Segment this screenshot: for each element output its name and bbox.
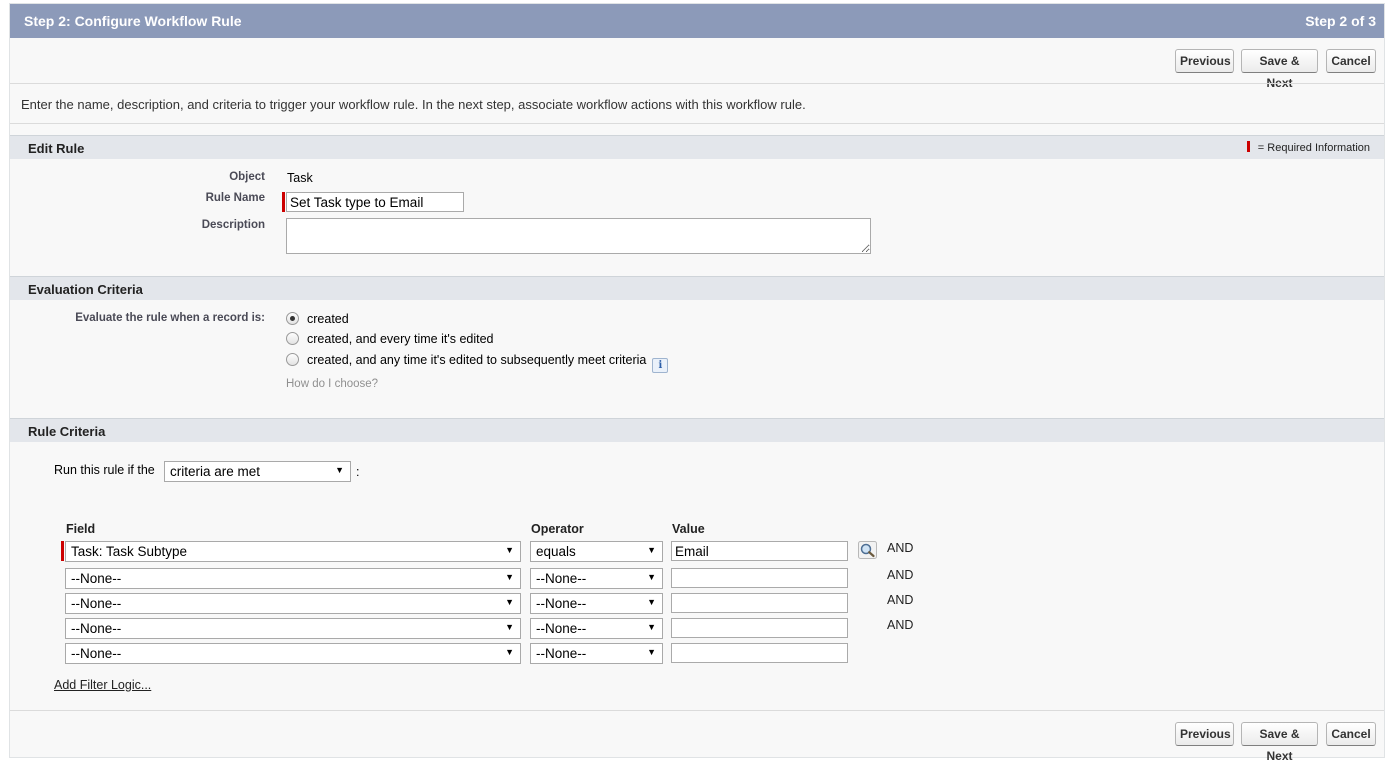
rule-name-label: Rule Name: [205, 192, 265, 204]
dropdown-arrow-icon: ▼: [505, 545, 514, 555]
criteria-conjunction: AND: [887, 618, 914, 632]
radio-button-selected[interactable]: [286, 312, 299, 325]
criteria-field-value: Task: Task Subtype: [71, 544, 188, 559]
dropdown-arrow-icon: ▼: [505, 572, 514, 582]
radio-button[interactable]: [286, 332, 299, 345]
how-do-i-choose-link[interactable]: How do I choose?: [286, 378, 378, 390]
required-marker: [282, 192, 285, 212]
criteria-operator-select-4[interactable]: --None-- ▼: [530, 618, 663, 639]
cancel-button-top[interactable]: Cancel: [1326, 49, 1376, 73]
criteria-operator-value: --None--: [536, 646, 587, 661]
dropdown-arrow-icon: ▼: [647, 622, 656, 632]
operator-column-header: Operator: [531, 522, 584, 536]
criteria-field-value: --None--: [71, 621, 122, 636]
evaluation-option-label: created: [307, 312, 349, 326]
criteria-conjunction: AND: [887, 541, 914, 555]
criteria-field-select-3[interactable]: --None-- ▼: [65, 593, 521, 614]
dropdown-arrow-icon: ▼: [505, 597, 514, 607]
evaluation-option-label: created, and any time it's edited to sub…: [307, 353, 647, 367]
criteria-field-select-4[interactable]: --None-- ▼: [65, 618, 521, 639]
value-column-header: Value: [672, 522, 705, 536]
required-marker: [1246, 141, 1250, 152]
criteria-value-input-3[interactable]: [671, 593, 848, 613]
criteria-operator-select-2[interactable]: --None-- ▼: [530, 568, 663, 589]
criteria-field-value: --None--: [71, 646, 122, 661]
step-indicator: Step 2 of 3: [1305, 13, 1376, 29]
criteria-conjunction: AND: [887, 593, 914, 607]
run-rule-suffix: :: [356, 465, 360, 479]
save-next-button-bottom[interactable]: Save & Next: [1241, 722, 1318, 763]
criteria-operator-value: equals: [536, 544, 576, 559]
criteria-value-input-4[interactable]: [671, 618, 848, 638]
criteria-operator-select-5[interactable]: --None-- ▼: [530, 643, 663, 664]
save-next-button-top[interactable]: Save & Next: [1241, 49, 1318, 90]
edit-rule-heading: Edit Rule: [28, 141, 85, 156]
criteria-conjunction: AND: [887, 568, 914, 582]
dropdown-arrow-icon: ▼: [505, 622, 514, 632]
dropdown-arrow-icon: ▼: [647, 597, 656, 607]
dropdown-arrow-icon: ▼: [647, 572, 656, 582]
required-legend: = Required Information: [1246, 141, 1370, 154]
criteria-operator-select-1[interactable]: equals ▼: [530, 541, 663, 562]
divider: [10, 710, 1384, 711]
criteria-field-value: --None--: [71, 596, 122, 611]
previous-button-bottom[interactable]: Previous: [1175, 722, 1234, 746]
run-rule-prefix: Run this rule if the: [54, 463, 155, 477]
add-filter-logic-link[interactable]: Add Filter Logic...: [54, 678, 151, 692]
lookup-magnifier-icon[interactable]: [858, 541, 877, 559]
description-textarea[interactable]: [286, 218, 871, 254]
evaluation-section-header: Evaluation Criteria: [10, 276, 1384, 300]
rule-criteria-section-header: Rule Criteria: [10, 418, 1384, 442]
criteria-operator-value: --None--: [536, 571, 587, 586]
evaluation-option-label: created, and every time it's edited: [307, 332, 494, 346]
radio-button[interactable]: [286, 353, 299, 366]
description-label: Description: [201, 219, 265, 231]
cancel-button-bottom[interactable]: Cancel: [1326, 722, 1376, 746]
evaluation-option-created[interactable]: created: [286, 312, 349, 326]
evaluation-option-created-edited[interactable]: created, and every time it's edited: [286, 332, 494, 346]
intro-text: Enter the name, description, and criteri…: [21, 97, 806, 112]
run-rule-select[interactable]: criteria are met ▼: [164, 461, 351, 482]
criteria-operator-value: --None--: [536, 621, 587, 636]
divider: [10, 123, 1384, 124]
object-label: Object: [229, 171, 265, 183]
criteria-value-input-5[interactable]: [671, 643, 848, 663]
criteria-field-select-2[interactable]: --None-- ▼: [65, 568, 521, 589]
dropdown-arrow-icon: ▼: [335, 465, 344, 475]
dropdown-arrow-icon: ▼: [505, 647, 514, 657]
criteria-field-value: --None--: [71, 571, 122, 586]
page-title: Step 2: Configure Workflow Rule: [24, 13, 242, 29]
dropdown-arrow-icon: ▼: [647, 647, 656, 657]
evaluate-label: Evaluate the rule when a record is:: [75, 312, 265, 324]
object-value: Task: [287, 171, 313, 185]
rule-name-input[interactable]: [286, 192, 464, 212]
page-header: Step 2: Configure Workflow Rule Step 2 o…: [10, 4, 1384, 38]
evaluation-heading: Evaluation Criteria: [28, 282, 143, 297]
divider: [10, 83, 1384, 84]
rule-criteria-heading: Rule Criteria: [28, 424, 106, 439]
dropdown-arrow-icon: ▼: [647, 545, 656, 555]
field-column-header: Field: [66, 522, 96, 536]
criteria-operator-select-3[interactable]: --None-- ▼: [530, 593, 663, 614]
criteria-field-select-1[interactable]: Task: Task Subtype ▼: [65, 541, 521, 562]
required-legend-text: = Required Information: [1257, 142, 1370, 154]
criteria-value-input-2[interactable]: [671, 568, 848, 588]
criteria-value-input-1[interactable]: [671, 541, 848, 561]
edit-rule-section-header: Edit Rule = Required Information: [10, 135, 1384, 159]
workflow-rule-page: Step 2: Configure Workflow Rule Step 2 o…: [9, 3, 1385, 763]
evaluation-option-subsequent[interactable]: created, and any time it's edited to sub…: [286, 353, 669, 373]
info-icon[interactable]: i: [652, 358, 669, 373]
criteria-operator-value: --None--: [536, 596, 587, 611]
run-rule-select-value: criteria are met: [170, 464, 261, 479]
required-marker: [61, 541, 64, 561]
previous-button-top[interactable]: Previous: [1175, 49, 1234, 73]
criteria-field-select-5[interactable]: --None-- ▼: [65, 643, 521, 664]
